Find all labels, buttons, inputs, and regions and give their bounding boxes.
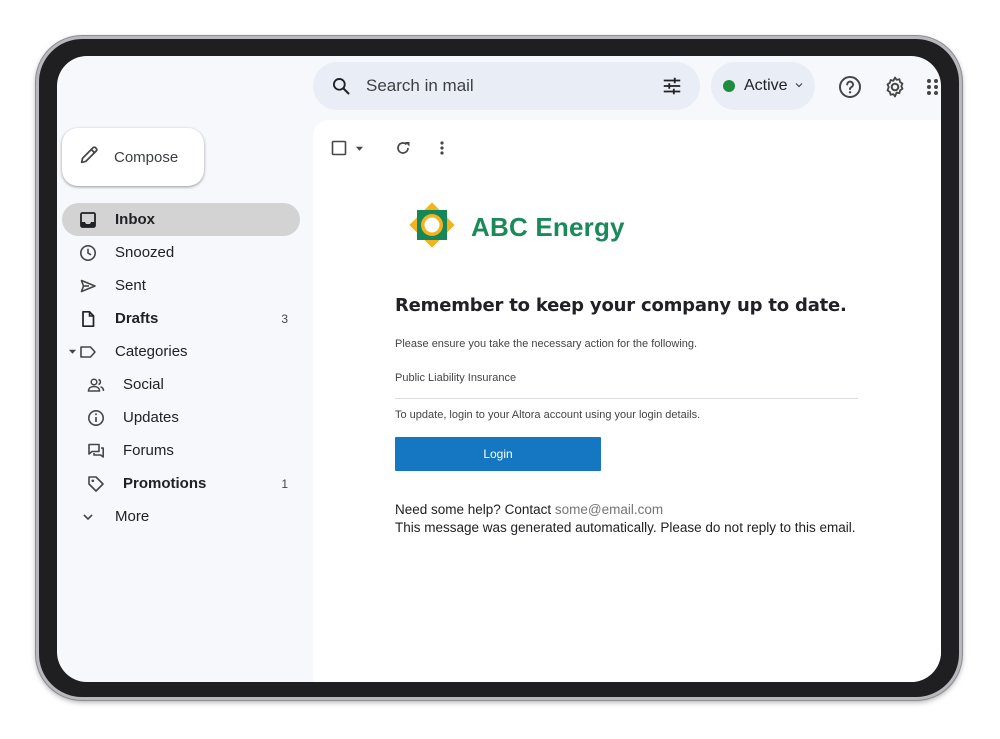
clock-icon — [78, 243, 98, 263]
divider — [395, 398, 858, 399]
email-update-text: To update, login to your Altora account … — [395, 409, 701, 421]
sidebar-item-sent[interactable]: Sent — [62, 269, 300, 302]
chevron-down-icon — [78, 507, 98, 527]
search-icon[interactable] — [329, 74, 353, 98]
status-label: Active — [744, 77, 788, 94]
status-dot — [723, 80, 735, 92]
sidebar-item-updates[interactable]: Updates — [62, 401, 300, 434]
footer-text: This message was generated automatically… — [395, 520, 856, 535]
sidebar-item-label: More — [115, 508, 150, 525]
caret-down-icon[interactable] — [66, 347, 78, 356]
sidebar-item-inbox[interactable]: Inbox — [62, 203, 300, 236]
settings-gear-icon[interactable] — [882, 74, 908, 100]
sidebar-item-label: Categories — [115, 343, 188, 360]
draft-file-icon — [78, 309, 98, 329]
apps-grid-icon[interactable] — [925, 74, 941, 100]
brand-name: ABC Energy — [471, 212, 625, 242]
drafts-count: 3 — [281, 311, 288, 326]
status-chip[interactable]: Active — [711, 62, 815, 110]
help-prefix: Need some help? Contact — [395, 502, 552, 517]
more-vert-icon[interactable] — [440, 136, 444, 160]
select-checkbox[interactable] — [331, 136, 347, 160]
sidebar-item-label: Updates — [123, 409, 179, 426]
search-options-icon[interactable] — [660, 74, 684, 98]
message-pane: ABC Energy Remember to keep your company… — [313, 120, 941, 682]
help-icon[interactable] — [837, 74, 863, 100]
message-toolbar — [331, 136, 444, 160]
login-button[interactable]: Login — [395, 437, 601, 471]
sidebar-item-label: Inbox — [115, 211, 155, 228]
search-input[interactable]: Search in mail — [366, 76, 660, 96]
gmail-screen: Search in mail Active Compose Inbox Snoo… — [57, 56, 941, 682]
brand-header: ABC Energy — [407, 200, 865, 255]
sidebar-item-label: Drafts — [115, 310, 159, 327]
email-intro: Please ensure you take the necessary act… — [395, 338, 698, 350]
sidebar-item-label: Social — [123, 376, 164, 393]
send-icon — [78, 276, 98, 296]
caret-down-icon[interactable] — [355, 136, 364, 160]
help-text: Need some help? Contact some@email.com T… — [395, 501, 865, 537]
chevron-down-icon — [794, 77, 804, 95]
sidebar-item-promotions[interactable]: Promotions 1 — [62, 467, 300, 500]
sidebar-item-more[interactable]: More — [62, 500, 300, 533]
refresh-icon[interactable] — [395, 136, 411, 160]
email-heading: Remember to keep your company up to date… — [395, 295, 847, 316]
sidebar-item-snoozed[interactable]: Snoozed — [62, 236, 300, 269]
people-icon — [86, 375, 106, 395]
info-icon — [86, 408, 106, 428]
compose-label: Compose — [114, 148, 179, 166]
email-body: ABC Energy Remember to keep your company… — [395, 200, 865, 537]
abc-energy-logo-icon — [407, 200, 457, 255]
sidebar-item-drafts[interactable]: Drafts 3 — [62, 302, 300, 335]
help-email-link[interactable]: some@email.com — [555, 502, 663, 517]
sidebar-item-label: Promotions — [123, 475, 207, 492]
sidebar-item-social[interactable]: Social — [62, 368, 300, 401]
pencil-icon — [78, 144, 100, 171]
search-bar[interactable]: Search in mail — [313, 62, 700, 110]
label-tag-icon — [78, 342, 98, 362]
inbox-icon — [78, 210, 98, 230]
email-item: Public Liability Insurance — [395, 372, 517, 384]
sidebar-item-label: Forums — [123, 442, 174, 459]
sidebar-nav: Inbox Snoozed Sent Drafts 3 Categories S… — [62, 203, 300, 533]
sidebar-item-categories[interactable]: Categories — [62, 335, 300, 368]
sidebar-item-label: Sent — [115, 277, 146, 294]
tag-icon — [86, 474, 106, 494]
compose-button[interactable]: Compose — [62, 128, 204, 186]
sidebar-item-forums[interactable]: Forums — [62, 434, 300, 467]
promotions-count: 1 — [281, 476, 288, 491]
sidebar-item-label: Snoozed — [115, 244, 175, 261]
forum-chat-icon — [86, 441, 106, 461]
tablet-frame: Search in mail Active Compose Inbox Snoo… — [36, 36, 962, 700]
